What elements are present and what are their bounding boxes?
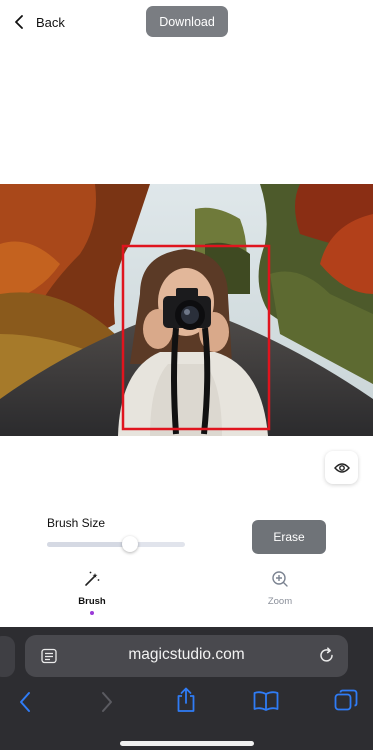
active-indicator <box>90 611 94 615</box>
share-icon[interactable] <box>175 687 197 713</box>
bookmarks-icon[interactable] <box>253 690 279 712</box>
home-indicator <box>120 741 254 746</box>
back-label: Back <box>36 14 65 30</box>
tabs-icon[interactable] <box>334 689 358 713</box>
brush-size-slider-fill <box>47 542 130 547</box>
erase-button[interactable]: Erase <box>252 520 326 554</box>
browser-forward-icon[interactable] <box>100 691 114 713</box>
brush-size-label: Brush Size <box>47 516 106 530</box>
photo-canvas[interactable] <box>0 184 373 436</box>
reload-icon[interactable] <box>318 647 335 664</box>
tool-zoom[interactable]: Zoom <box>240 570 320 607</box>
tool-brush[interactable]: Brush <box>52 570 132 615</box>
photo-image <box>0 184 373 436</box>
tool-brush-label: Brush <box>78 596 106 607</box>
back-button[interactable]: Back <box>14 10 65 34</box>
chevron-left-icon <box>15 15 23 29</box>
zoom-in-icon <box>272 571 288 587</box>
preview-toggle-button[interactable] <box>325 451 358 484</box>
browser-back-icon[interactable] <box>18 691 32 713</box>
brush-size-slider-thumb[interactable] <box>121 536 138 552</box>
tool-zoom-label: Zoom <box>267 596 293 607</box>
eye-icon <box>333 462 350 473</box>
magic-wand-icon <box>85 571 100 586</box>
download-button[interactable]: Download <box>146 6 228 37</box>
